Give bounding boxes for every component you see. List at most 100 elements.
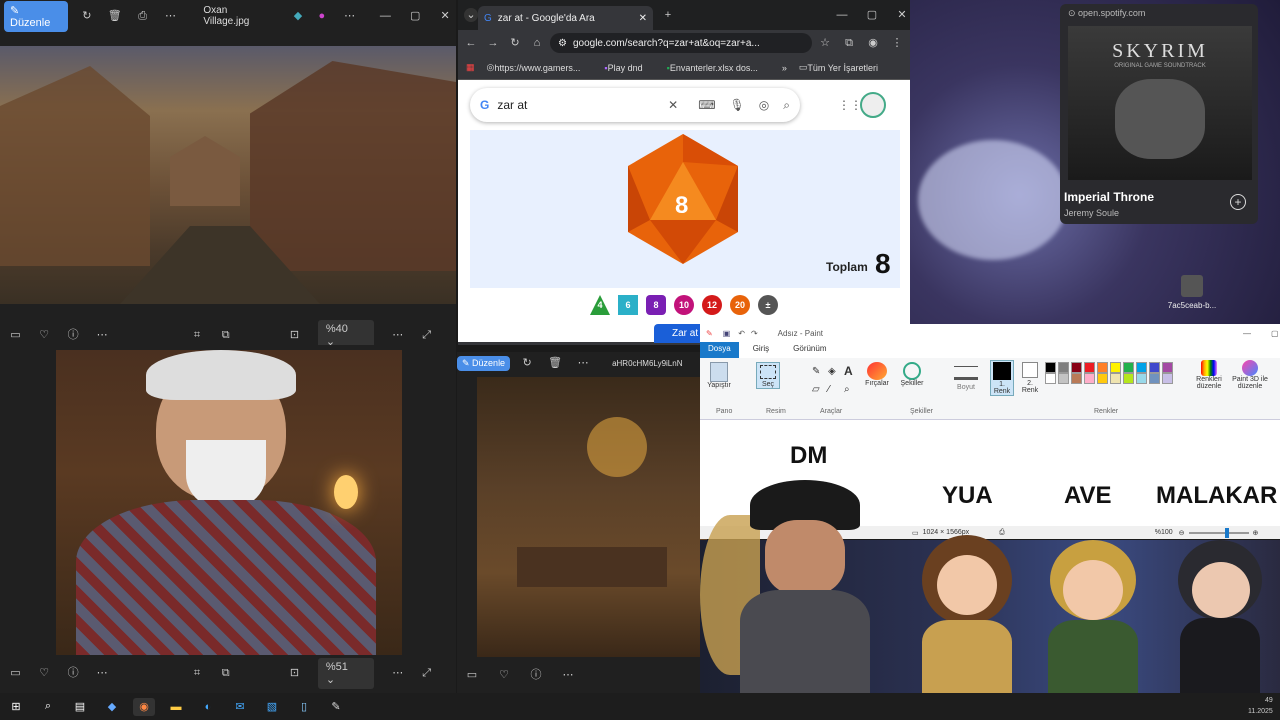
rotate-icon[interactable]: ↻ bbox=[80, 9, 94, 23]
fullscreen-icon-2[interactable]: ⤢ bbox=[421, 666, 432, 680]
filmstrip-icon[interactable]: ▭ bbox=[10, 328, 21, 342]
explorer-icon[interactable]: ▬ bbox=[165, 698, 187, 716]
d4-chip[interactable]: 4 bbox=[590, 295, 610, 315]
start-icon[interactable]: ⊞ bbox=[5, 698, 27, 716]
color2-button[interactable]: 2. Renk bbox=[1018, 360, 1042, 394]
d12-chip[interactable]: 12 bbox=[702, 295, 722, 315]
zoom-out-icon[interactable]: ⊖ bbox=[1179, 529, 1185, 537]
magnifier-icon[interactable]: ⌕ bbox=[844, 384, 850, 395]
more-icon-4[interactable]: ⋯ bbox=[392, 328, 403, 342]
tab-view[interactable]: Görünüm bbox=[783, 342, 836, 358]
keyboard-icon[interactable]: ⌨ bbox=[698, 98, 715, 112]
photos-taskbar-icon[interactable]: ▧ bbox=[261, 698, 283, 716]
edit-button[interactable]: ✎ Düzenle bbox=[4, 0, 68, 32]
bookmark-1[interactable]: ▪ Play dnd bbox=[604, 63, 654, 73]
chrome-tab[interactable]: G zar at - Google'da Ara ✕ bbox=[478, 6, 653, 30]
maximize-icon-chrome[interactable]: ▢ bbox=[865, 8, 879, 22]
fill-icon[interactable]: ◈ bbox=[828, 366, 836, 377]
print-icon[interactable]: ⎙ bbox=[136, 9, 150, 23]
account-avatar[interactable] bbox=[860, 92, 886, 118]
more-icon-6[interactable]: ⋯ bbox=[392, 666, 403, 680]
favorite-icon-2[interactable]: ♡ bbox=[39, 666, 50, 680]
search-input[interactable]: zar at bbox=[497, 98, 668, 112]
minimize-icon-paint[interactable]: — bbox=[1243, 329, 1251, 338]
favorite-icon-3[interactable]: ♡ bbox=[497, 668, 511, 682]
edge-icon[interactable]: ◐ bbox=[197, 698, 219, 716]
tab-home[interactable]: Giriş bbox=[739, 342, 783, 358]
more-icon-2[interactable]: ⋯ bbox=[343, 9, 357, 23]
shapes-button[interactable]: Şekiller bbox=[898, 362, 926, 387]
bookmark-3[interactable]: ▭ Tüm Yer İşaretleri bbox=[799, 62, 890, 73]
search-icon[interactable]: ⌕ bbox=[783, 98, 790, 113]
crop-icon-2[interactable]: ⌗ bbox=[192, 666, 203, 680]
enhance-icon-2[interactable]: ⧉ bbox=[220, 666, 231, 680]
crop-icon[interactable]: ⌗ bbox=[192, 328, 203, 342]
home-icon[interactable]: ⌂ bbox=[530, 36, 544, 50]
edit-colors-button[interactable]: Renkleri düzenle bbox=[1194, 360, 1224, 390]
lens-icon[interactable]: ◎ bbox=[759, 98, 769, 112]
chrome-taskbar-icon[interactable]: ◉ bbox=[133, 697, 155, 716]
bookmark-2[interactable]: ▪ Envanterler.xlsx dos... bbox=[667, 63, 770, 73]
bookmark-0[interactable]: ◎ https://www.gamers... bbox=[487, 62, 593, 73]
save-icon[interactable]: ▣ bbox=[723, 329, 731, 338]
picker-icon[interactable]: ⁄ bbox=[828, 384, 830, 395]
select-button[interactable]: Seç bbox=[756, 362, 780, 389]
apps-icon[interactable]: ▦ bbox=[466, 62, 475, 73]
enhance-icon[interactable]: ⧉ bbox=[220, 328, 231, 342]
maximize-icon[interactable]: ▢ bbox=[408, 9, 422, 23]
forward-icon[interactable]: → bbox=[486, 36, 500, 50]
zoom-slider[interactable] bbox=[1188, 527, 1249, 538]
paint-taskbar-icon[interactable]: ✎ bbox=[325, 698, 347, 716]
size-button[interactable]: Boyut bbox=[954, 366, 978, 391]
fit-icon[interactable]: ⊡ bbox=[289, 328, 300, 342]
filmstrip-icon-2[interactable]: ▭ bbox=[10, 666, 21, 680]
eraser-icon[interactable]: ▱ bbox=[812, 384, 820, 395]
pencil-icon[interactable]: ✎ bbox=[812, 366, 820, 377]
zoom-in-icon[interactable]: ⊕ bbox=[1253, 529, 1259, 537]
clipchamp-icon[interactable]: ● bbox=[315, 9, 329, 23]
filmstrip-icon-3[interactable]: ▭ bbox=[465, 668, 479, 682]
chrome-menu-icon[interactable]: ⋮ bbox=[890, 36, 904, 50]
bookmark-star-icon[interactable]: ☆ bbox=[818, 36, 832, 50]
notepad-icon[interactable]: ▯ bbox=[293, 698, 315, 716]
favorite-icon[interactable]: ♡ bbox=[39, 328, 50, 342]
brushes-button[interactable]: Fırçalar bbox=[862, 362, 892, 387]
minimize-icon[interactable]: — bbox=[379, 9, 393, 23]
undo-icon[interactable]: ↶ bbox=[738, 329, 745, 338]
d6-chip[interactable]: 6 bbox=[618, 295, 638, 315]
color-palette[interactable] bbox=[1044, 362, 1194, 384]
info-icon-3[interactable]: ⓘ bbox=[529, 668, 543, 682]
delete-icon[interactable]: 🗑 bbox=[108, 9, 122, 23]
add-icon[interactable]: + bbox=[1230, 194, 1246, 210]
rotate-icon-2[interactable]: ↻ bbox=[520, 356, 534, 370]
maximize-icon-paint[interactable]: ▢ bbox=[1271, 329, 1279, 338]
zoom-select[interactable]: %40 ⌄ bbox=[317, 319, 375, 345]
profile-icon[interactable]: ◉ bbox=[866, 36, 880, 50]
zoom-select-2[interactable]: %51 ⌄ bbox=[317, 657, 375, 689]
more-icon-7[interactable]: ⋯ bbox=[576, 356, 590, 370]
clock[interactable]: 49 11.2025 bbox=[1248, 695, 1273, 717]
copilot-icon[interactable]: ◆ bbox=[101, 698, 123, 716]
close-icon[interactable]: ✕ bbox=[438, 9, 452, 23]
search-taskbar-icon[interactable]: ⌕ bbox=[37, 698, 59, 716]
tab-search-icon[interactable]: ⌄ bbox=[464, 8, 478, 22]
bookmarks-more-icon[interactable]: » bbox=[782, 63, 787, 73]
more-icon-5[interactable]: ⋯ bbox=[97, 666, 108, 680]
reload-icon[interactable]: ↻ bbox=[508, 36, 522, 50]
address-bar[interactable]: ⚙ google.com/search?q=zar+at&oq=zar+a... bbox=[550, 33, 812, 53]
d20-chip[interactable]: 20 bbox=[730, 295, 750, 315]
d10-chip[interactable]: 10 bbox=[674, 295, 694, 315]
text-icon[interactable]: A bbox=[844, 364, 853, 378]
edit-button-2[interactable]: ✎ Düzenle bbox=[457, 355, 511, 371]
more-icon[interactable]: ⋯ bbox=[164, 9, 178, 23]
mic-icon[interactable]: 🎙 bbox=[730, 98, 745, 112]
new-tab-icon[interactable]: + bbox=[661, 8, 675, 22]
paint3d-button[interactable]: Paint 3D ile düzenle bbox=[1230, 360, 1270, 390]
minimize-icon-chrome[interactable]: — bbox=[835, 8, 849, 22]
d8-chip[interactable]: 8 bbox=[646, 295, 666, 315]
fit-icon-2[interactable]: ⊡ bbox=[289, 666, 300, 680]
tab-file[interactable]: Dosya bbox=[700, 342, 739, 358]
google-apps-icon[interactable]: ⋮⋮ bbox=[838, 98, 862, 112]
desktop-file[interactable]: 7ac5ceab-b... bbox=[1162, 275, 1222, 310]
info-icon[interactable]: ⓘ bbox=[68, 328, 79, 342]
